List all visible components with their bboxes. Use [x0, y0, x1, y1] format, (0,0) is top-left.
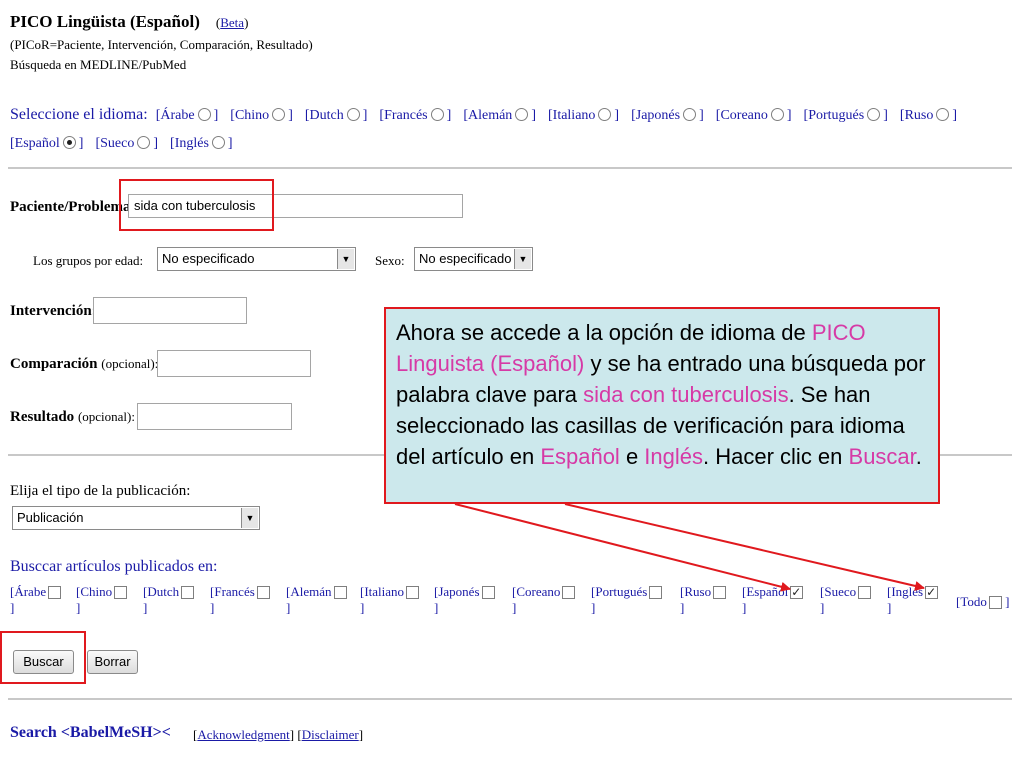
- callout-text: .: [915, 444, 922, 469]
- callout-highlight: Español: [540, 444, 620, 469]
- instruction-callout: Ahora se accede a la opción de idioma de…: [384, 307, 940, 504]
- callout-text: . Hacer clic en: [703, 444, 849, 469]
- callout-highlight: sida con tuberculosis: [583, 382, 789, 407]
- callout-text: e: [619, 444, 645, 469]
- callout-highlight: Inglés: [644, 444, 704, 469]
- callout-highlight: Buscar: [848, 444, 916, 469]
- callout-text: Ahora se accede a la opción de idioma de: [396, 320, 812, 345]
